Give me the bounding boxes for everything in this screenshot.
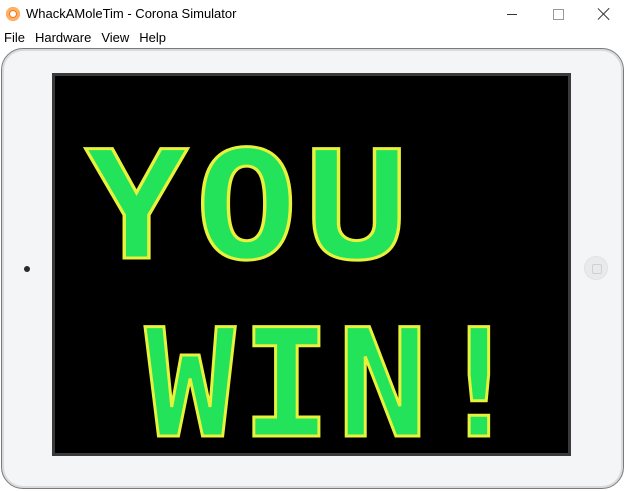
menu-help[interactable]: Help [135, 30, 172, 45]
window-title: WhackAMoleTim - Corona Simulator [26, 6, 237, 21]
close-icon [598, 8, 610, 20]
you-win-message: YOU WIN! [84, 119, 530, 454]
minimize-button[interactable] [489, 0, 535, 28]
title-bar[interactable]: WhackAMoleTim - Corona Simulator [0, 0, 628, 28]
camera-icon [24, 266, 30, 272]
menu-view[interactable]: View [97, 30, 135, 45]
home-button-icon[interactable] [584, 256, 608, 280]
message-line-2: WIN! [145, 298, 530, 453]
maximize-icon [552, 8, 564, 20]
menu-bar: File Hardware View Help [0, 28, 628, 46]
message-line-1: YOU [85, 120, 415, 294]
minimize-icon [507, 13, 517, 15]
maximize-button[interactable] [535, 0, 581, 28]
corona-app-icon [6, 7, 20, 21]
menu-hardware[interactable]: Hardware [31, 30, 97, 45]
close-button[interactable] [581, 0, 627, 28]
game-screen[interactable]: YOU WIN! [55, 76, 568, 453]
menu-file[interactable]: File [0, 30, 31, 45]
